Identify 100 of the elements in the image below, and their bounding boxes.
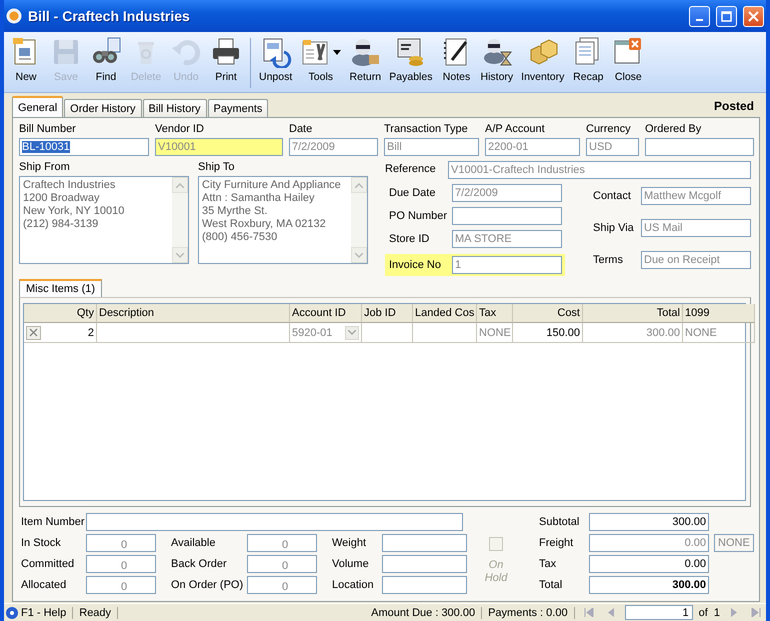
field-label: In Stock xyxy=(21,536,62,550)
field-label: A/P Account xyxy=(485,122,546,137)
field-label: Volume xyxy=(332,556,370,572)
field-label: Bill Number xyxy=(19,122,77,137)
help-hint[interactable]: F1 - Help xyxy=(6,606,74,618)
dropdown-button[interactable] xyxy=(345,326,359,340)
amount-due: Amount Due : 300.00 xyxy=(371,606,482,618)
toolbar-button[interactable]: Print xyxy=(206,34,246,92)
table-cell xyxy=(362,323,413,343)
scroll-down-button[interactable] xyxy=(351,247,367,263)
table-cell xyxy=(413,323,477,343)
input-field[interactable]: 300.00 xyxy=(589,513,709,531)
column-header[interactable]: Description xyxy=(97,304,290,323)
field-label: Freight xyxy=(539,536,574,550)
toolbar-button[interactable]: Notes xyxy=(436,34,476,92)
table-cell: NONE xyxy=(683,323,755,343)
close-icon xyxy=(748,10,759,22)
field-label: Weight xyxy=(332,536,368,550)
table-cell: NONE xyxy=(477,323,513,343)
checkbox-label: On Hold xyxy=(484,559,509,585)
toolbar-button[interactable]: New xyxy=(6,34,46,92)
scroll-up-button[interactable] xyxy=(172,177,188,193)
table-cell: 2 xyxy=(24,323,97,343)
tab[interactable]: Misc Items (1) xyxy=(19,279,102,297)
column-header[interactable]: Tax xyxy=(477,304,513,323)
column-header[interactable]: Cost xyxy=(513,304,583,323)
field-label: Available xyxy=(171,536,216,550)
field-label: Ship To xyxy=(198,160,236,175)
status-label: Posted xyxy=(714,99,755,113)
address-line: (212) 984-3139 xyxy=(23,218,100,231)
field-label: Ship Via xyxy=(593,220,635,236)
input-field[interactable]: 300.00 xyxy=(589,576,709,594)
field-label: PO Number xyxy=(389,208,446,224)
minimize-button[interactable] xyxy=(689,6,710,26)
table-cell: 300.00 xyxy=(583,323,683,343)
tab[interactable]: Payments xyxy=(208,99,268,117)
address-line: Attn : Samantha Hailey xyxy=(202,192,316,205)
column-header[interactable]: Job ID xyxy=(362,304,413,323)
field-label: Due Date xyxy=(389,186,436,200)
person-icon xyxy=(349,36,382,68)
tab[interactable]: General xyxy=(12,96,64,117)
tab[interactable]: Bill History xyxy=(142,99,206,117)
address-box[interactable]: City Furniture And Appliance Attn : Samantha Hailey 35 Myrthe St. West Roxbury, MA 02132 (800) 456-7530 xyxy=(198,176,368,264)
first-page-icon xyxy=(584,608,594,617)
maximize-icon xyxy=(721,10,732,22)
field-label: Back Order xyxy=(171,556,228,572)
close-button[interactable] xyxy=(743,6,764,26)
input-field[interactable] xyxy=(382,555,467,573)
window-title: Bill - Craftech Industries xyxy=(28,8,191,24)
input-field[interactable] xyxy=(452,207,562,225)
input-field[interactable] xyxy=(382,534,467,552)
field-label: Subtotal xyxy=(539,514,580,530)
caret-icon xyxy=(333,50,342,54)
toolbar-button[interactable]: Return xyxy=(345,34,386,92)
toolbar-button[interactable]: Close xyxy=(608,34,648,92)
address-line: 35 Myrthe St. xyxy=(202,205,268,218)
address-line: New York, NY 10010 xyxy=(23,205,126,218)
address-line: 1200 Broadway xyxy=(23,192,100,205)
payments-total: Payments : 0.00 xyxy=(488,606,575,618)
field-label: Tax xyxy=(539,556,558,572)
maximize-button[interactable] xyxy=(716,6,737,26)
field-label: Location xyxy=(332,578,375,592)
close-icon xyxy=(29,328,38,337)
delete-row-button[interactable] xyxy=(26,326,41,340)
scroll-down-button[interactable] xyxy=(172,247,188,263)
toolbar-button[interactable]: History xyxy=(476,34,518,92)
tab[interactable]: Order History xyxy=(64,99,142,117)
address-box[interactable]: Craftech Industries 1200 Broadway New York, NY 10010 (212) 984-3139 xyxy=(19,176,189,264)
field-label: Reference xyxy=(385,162,437,177)
column-header[interactable]: Total xyxy=(583,304,683,323)
field-label: Transaction Type xyxy=(384,122,469,137)
previous-page-icon xyxy=(606,608,615,617)
toolbar-button[interactable]: Payables xyxy=(385,34,436,92)
page-field[interactable]: 1 xyxy=(624,605,693,620)
address-line: (800) 456-7530 xyxy=(202,231,278,244)
field-label: Item Number xyxy=(21,514,86,530)
toolbar-button[interactable]: Find xyxy=(86,34,126,92)
input-field[interactable] xyxy=(86,513,463,531)
column-header[interactable]: Account ID xyxy=(290,304,362,323)
input-field[interactable] xyxy=(645,138,754,156)
app-icon xyxy=(6,8,22,24)
input-field[interactable]: BL-10031 xyxy=(19,138,149,156)
toolbar-button[interactable]: Tools xyxy=(296,34,346,92)
field-label: Committed xyxy=(21,556,76,572)
toolbar-button[interactable]: Recap xyxy=(568,34,608,92)
input-field[interactable] xyxy=(382,576,467,594)
column-header[interactable]: 1099 xyxy=(683,304,755,323)
field-label: Ship From xyxy=(19,160,71,175)
status-message: Ready xyxy=(79,606,118,618)
field-label: Store ID xyxy=(389,232,430,246)
toolbar-button[interactable]: Unpost xyxy=(255,34,296,92)
address-line: Craftech Industries xyxy=(23,179,116,192)
column-header[interactable]: Qty xyxy=(24,304,97,323)
toolbar-button[interactable]: Inventory xyxy=(517,34,568,92)
scroll-up-button[interactable] xyxy=(351,177,367,193)
address-line: City Furniture And Appliance xyxy=(202,179,342,192)
column-header[interactable]: Landed Cos xyxy=(413,304,477,323)
field-label: On Order (PO) xyxy=(171,578,244,592)
input-field[interactable]: 0.00 xyxy=(589,555,709,573)
field-label: Total xyxy=(539,578,564,592)
